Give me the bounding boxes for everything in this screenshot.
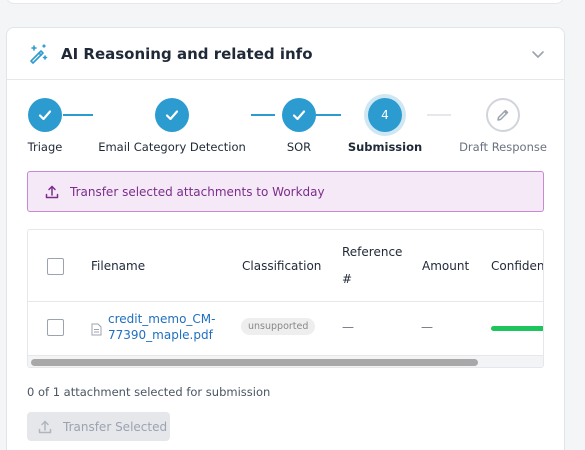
- header-classification[interactable]: Classification: [242, 259, 321, 273]
- amount-value: —: [421, 320, 433, 334]
- step-connector: [427, 114, 451, 116]
- magic-wand-icon: [27, 43, 49, 65]
- transfer-selected-button[interactable]: Transfer Selected: [27, 412, 170, 441]
- upload-icon: [44, 184, 60, 200]
- step-label: Email Category Detection: [98, 140, 246, 154]
- step-number: 4: [368, 98, 402, 132]
- header-reference[interactable]: Reference: [342, 245, 402, 259]
- filename-link[interactable]: credit_memo_CM- 77390_maple.pdf: [108, 311, 215, 343]
- header-confidence[interactable]: Confidence: [491, 259, 543, 273]
- table-header: Filename Classification Reference # Amou…: [28, 230, 543, 302]
- check-icon: [282, 98, 316, 132]
- attachments-table: Filename Classification Reference # Amou…: [27, 229, 544, 368]
- select-all-checkbox[interactable]: [47, 258, 64, 275]
- step-label: Submission: [347, 140, 423, 154]
- step-email-category-detection[interactable]: Email Category Detection: [92, 98, 252, 154]
- header-amount[interactable]: Amount: [422, 259, 469, 273]
- ai-reasoning-card: AI Reasoning and related info Triage Ema…: [6, 27, 565, 450]
- filename-line: 77390_maple.pdf: [108, 328, 213, 342]
- classification-badge: unsupported: [241, 318, 316, 335]
- step-submission[interactable]: 4 Submission: [343, 98, 427, 154]
- transfer-button-label: Transfer Selected: [63, 419, 168, 434]
- transfer-to-workday-banner[interactable]: Transfer selected attachments to Workday: [27, 171, 544, 212]
- selection-status: 0 of 1 attachment selected for submissio…: [27, 385, 271, 399]
- header-reference-hash: #: [342, 272, 353, 286]
- step-label: SOR: [286, 140, 312, 154]
- chevron-down-icon[interactable]: [530, 46, 546, 62]
- pencil-icon: [486, 98, 520, 132]
- step-sor[interactable]: SOR: [263, 98, 335, 154]
- file-icon: [91, 321, 102, 340]
- check-icon: [28, 98, 62, 132]
- row-checkbox[interactable]: [47, 319, 64, 336]
- workflow-stepper: Triage Email Category Detection SOR 4 Su…: [7, 98, 564, 158]
- horizontal-scrollbar[interactable]: [28, 355, 543, 367]
- card-header[interactable]: AI Reasoning and related info: [7, 28, 564, 80]
- step-label: Draft Response: [459, 140, 547, 154]
- reference-value: —: [342, 320, 354, 334]
- upload-icon: [37, 419, 53, 435]
- check-icon: [155, 98, 189, 132]
- previous-card-edge: [6, 0, 564, 4]
- card-title: AI Reasoning and related info: [61, 44, 313, 63]
- filename-line: credit_memo_CM-: [108, 312, 216, 326]
- step-triage[interactable]: Triage: [7, 98, 86, 154]
- confidence-bar: [491, 326, 543, 331]
- scrollbar-thumb[interactable]: [31, 359, 478, 366]
- table-row[interactable]: credit_memo_CM- 77390_maple.pdf unsuppor…: [28, 302, 543, 354]
- step-label: Triage: [27, 140, 63, 154]
- banner-text: Transfer selected attachments to Workday: [70, 184, 325, 199]
- step-draft-response[interactable]: Draft Response: [455, 98, 551, 154]
- header-filename[interactable]: Filename: [91, 259, 145, 273]
